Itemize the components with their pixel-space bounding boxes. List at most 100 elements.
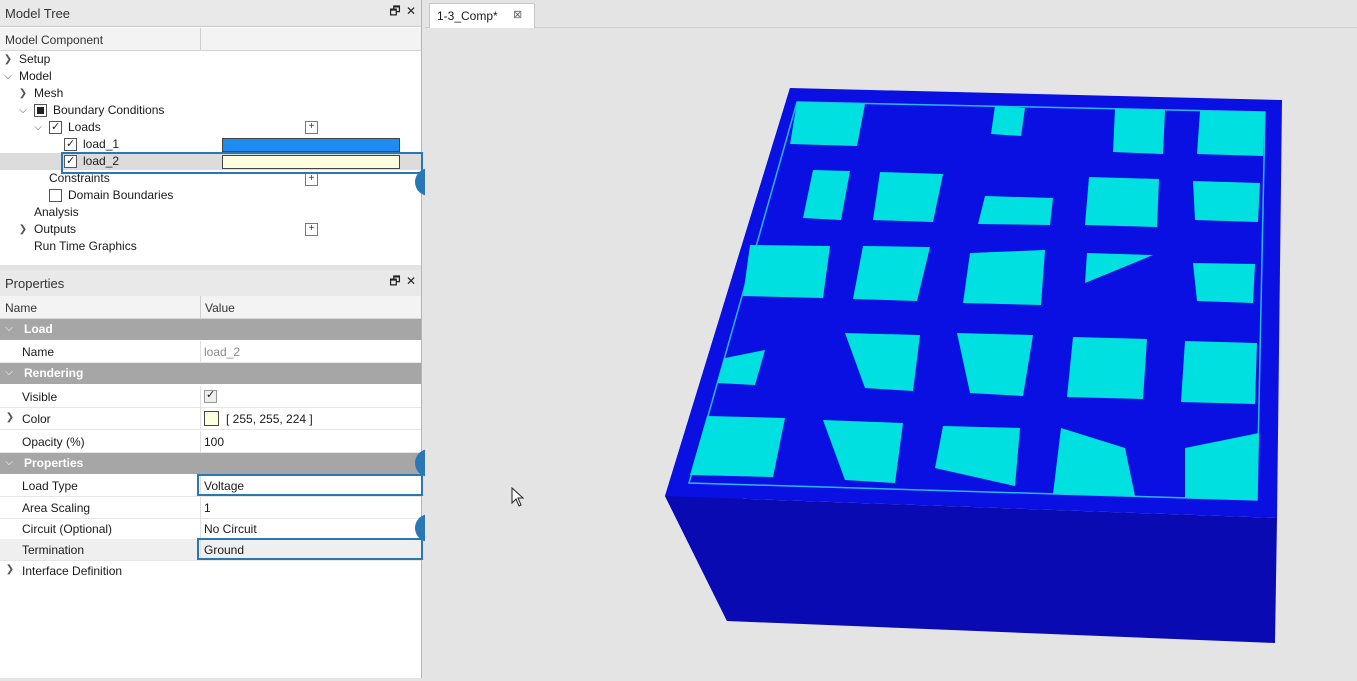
boundary-conditions-checkbox[interactable] — [34, 104, 47, 117]
property-key: Circuit (Optional) — [22, 522, 113, 536]
tree-item-loads[interactable]: ⌵ Loads + — [0, 119, 421, 136]
pillar — [1193, 181, 1260, 222]
tree-item-label: Domain Boundaries — [68, 188, 174, 202]
tree-item-mesh[interactable]: ❯ Mesh — [0, 85, 421, 102]
property-key: Interface Definition — [22, 564, 123, 578]
opacity-value[interactable]: 100 — [204, 435, 224, 449]
tree-item-label: Loads — [68, 120, 101, 134]
property-row-opacity[interactable]: Opacity (%) 100 — [0, 431, 421, 453]
tree-item-label: Model — [19, 69, 52, 83]
column-divider — [200, 431, 201, 452]
tree-item-run-time-graphics[interactable]: Run Time Graphics — [0, 238, 421, 255]
tree-item-analysis[interactable]: Analysis — [0, 204, 421, 221]
mouse-cursor-icon — [511, 487, 525, 507]
tree-item-label: Run Time Graphics — [34, 239, 137, 253]
chevron-down-icon[interactable]: ⌵ — [4, 367, 14, 378]
tree-item-label: load_1 — [83, 137, 120, 151]
restore-icon[interactable]: 🗗 — [389, 275, 401, 287]
chevron-right-icon[interactable]: ❯ — [5, 564, 15, 575]
chevron-right-icon[interactable]: ❯ — [3, 51, 13, 68]
column-divider — [200, 341, 201, 362]
chevron-down-icon[interactable]: ⌵ — [33, 119, 43, 136]
column-divider — [200, 497, 201, 518]
property-row-area-scaling[interactable]: Area Scaling 1 — [0, 497, 421, 519]
circuit-value[interactable]: No Circuit — [204, 522, 257, 536]
restore-icon[interactable]: 🗗 — [389, 5, 401, 17]
pillar — [873, 172, 943, 222]
property-row-color[interactable]: ❯ Color [ 255, 255, 224 ] — [0, 408, 421, 430]
load-1-checkbox[interactable] — [64, 136, 77, 153]
property-row-circuit[interactable]: Circuit (Optional) No Circuit — [0, 518, 421, 540]
pillar — [790, 102, 865, 146]
group-rendering[interactable]: ⌵ Rendering — [0, 363, 421, 384]
group-label: Rendering — [24, 366, 84, 380]
pillar — [1085, 177, 1159, 227]
tree-item-label: Outputs — [34, 222, 77, 236]
column-divider — [200, 408, 201, 429]
chevron-right-icon[interactable]: ❯ — [18, 85, 28, 102]
add-constraint-button[interactable]: + — [305, 173, 318, 186]
property-row-name: Name load_2 — [0, 341, 421, 363]
column-divider — [200, 518, 201, 539]
visible-checkbox[interactable] — [204, 388, 217, 403]
chevron-down-icon[interactable]: ⌵ — [3, 68, 13, 85]
chevron-down-icon[interactable]: ⌵ — [4, 323, 14, 334]
editor-tabbar: 1-3_Comp* ⊠ — [425, 0, 1357, 28]
chevron-down-icon[interactable]: ⌵ — [4, 457, 14, 468]
pillar — [991, 106, 1025, 136]
tree-item-load-1[interactable]: load_1 — [0, 136, 421, 153]
add-load-button[interactable]: + — [305, 121, 318, 134]
property-key: Name — [22, 345, 55, 359]
pillar — [853, 246, 930, 301]
domain-boundaries-checkbox[interactable] — [49, 189, 62, 202]
properties-titlebar: Properties 🗗 ✕ — [0, 270, 421, 297]
group-label: Load — [24, 322, 53, 336]
property-key: Color — [22, 412, 51, 426]
chevron-right-icon[interactable]: ❯ — [18, 221, 28, 238]
pillar — [1181, 341, 1257, 404]
properties-title: Properties — [5, 276, 65, 291]
add-output-button[interactable]: + — [305, 223, 318, 236]
column-divider — [200, 296, 201, 318]
group-load[interactable]: ⌵ Load — [0, 319, 421, 340]
tree-item-boundary-conditions[interactable]: ⌵ Boundary Conditions — [0, 102, 421, 119]
tree-item-outputs[interactable]: ❯ Outputs + — [0, 221, 421, 238]
chevron-right-icon[interactable]: ❯ — [5, 412, 15, 423]
color-swatch[interactable] — [204, 411, 219, 426]
name-value: load_2 — [204, 345, 241, 359]
model-render — [665, 88, 1282, 643]
close-icon[interactable]: ✕ — [405, 275, 417, 287]
name-column-header: Name — [5, 301, 38, 315]
property-key: Load Type — [22, 479, 78, 493]
tree-item-label: Analysis — [34, 205, 79, 219]
pillar — [1067, 337, 1147, 399]
pillar — [743, 245, 830, 298]
chevron-down-icon[interactable]: ⌵ — [18, 102, 28, 119]
pillar — [978, 196, 1053, 225]
tree-item-model[interactable]: ⌵ Model — [0, 68, 421, 85]
group-properties[interactable]: ⌵ Properties — [0, 453, 421, 474]
tree-item-label: Mesh — [34, 86, 64, 100]
model-tree-header: Model Component — [0, 28, 421, 51]
group-label: Properties — [24, 456, 84, 470]
property-key: Visible — [22, 390, 58, 404]
block-front-face — [665, 496, 1277, 643]
model-tree-title: Model Tree — [5, 6, 71, 21]
property-row-interface-definition[interactable]: ❯ Interface Definition — [0, 560, 421, 581]
callout-highlight-1 — [61, 152, 423, 174]
tree-item-domain-boundaries[interactable]: Domain Boundaries — [0, 187, 421, 204]
tree-item-label: Setup — [19, 52, 51, 66]
loads-checkbox[interactable] — [49, 119, 62, 136]
property-row-visible: Visible — [0, 386, 421, 408]
model-tree-titlebar: Model Tree 🗗 ✕ — [0, 0, 421, 27]
value-column-header: Value — [205, 301, 235, 315]
load-1-color-swatch — [222, 138, 400, 152]
3d-viewport[interactable] — [425, 28, 1357, 678]
area-scaling-value[interactable]: 1 — [204, 501, 211, 515]
tree-item-setup[interactable]: ❯ Setup — [0, 51, 421, 68]
close-icon[interactable]: ✕ — [405, 5, 417, 17]
property-key: Opacity (%) — [22, 435, 85, 449]
pillar — [1197, 111, 1265, 156]
tab-1-3-comp[interactable]: 1-3_Comp* ⊠ — [429, 3, 535, 28]
close-tab-icon[interactable]: ⊠ — [513, 8, 522, 21]
